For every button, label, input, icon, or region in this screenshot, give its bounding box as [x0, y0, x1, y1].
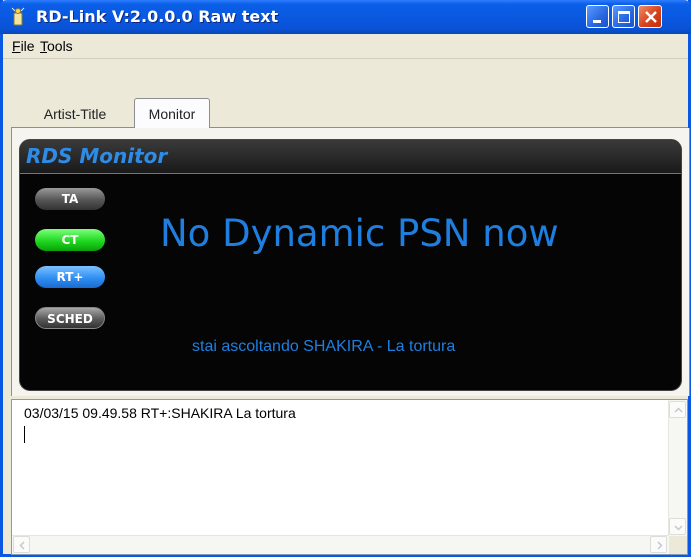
menu-file[interactable]: File: [12, 38, 35, 54]
close-icon: [645, 11, 657, 23]
scroll-up-button[interactable]: [669, 401, 686, 418]
menu-file-accelerator: F: [12, 38, 21, 54]
window-title: RD-Link V:2.0.0.0 Raw text: [36, 7, 279, 26]
chevron-left-icon: [19, 541, 25, 550]
menu-file-label: ile: [20, 38, 35, 54]
close-button[interactable]: [638, 5, 662, 28]
rds-monitor-panel: RDS Monitor TA CT RT+ SCHED No Dynamic P…: [19, 139, 682, 391]
maximize-icon: [618, 11, 630, 23]
ct-indicator: CT: [35, 229, 105, 251]
title-bar[interactable]: RD-Link V:2.0.0.0 Raw text: [0, 0, 691, 34]
rds-monitor-header: RDS Monitor: [20, 140, 681, 174]
scroll-down-button[interactable]: [669, 518, 686, 535]
tab-strip: Artist-Title Monitor: [3, 60, 688, 128]
scroll-left-button[interactable]: [13, 536, 30, 553]
radiotext-display: stai ascoltando SHAKIRA - La tortura: [192, 338, 456, 355]
maximize-button[interactable]: [612, 5, 635, 28]
app-icon: [11, 7, 25, 26]
tab-monitor[interactable]: Monitor: [134, 98, 210, 128]
rds-monitor-title: RDS Monitor: [26, 144, 168, 168]
tab-artist-title[interactable]: Artist-Title: [21, 102, 129, 126]
vertical-scrollbar[interactable]: [668, 400, 687, 537]
minimize-button[interactable]: [586, 5, 609, 28]
text-caret: [24, 426, 25, 443]
rt-plus-indicator: RT+: [35, 266, 105, 288]
app-window: RD-Link V:2.0.0.0 Raw text File Tools Ar…: [0, 0, 691, 557]
sched-indicator: SCHED: [35, 307, 105, 329]
chevron-up-icon: [674, 407, 683, 413]
log-textarea[interactable]: 03/03/15 09.49.58 RT+:SHAKIRA La tortura: [11, 399, 688, 555]
menu-tools-accelerator: T: [40, 38, 47, 54]
menu-tools[interactable]: Tools: [40, 38, 73, 54]
menu-bar: File Tools: [3, 34, 688, 59]
scroll-right-button[interactable]: [650, 536, 667, 553]
psn-display: No Dynamic PSN now: [160, 212, 559, 255]
chevron-down-icon: [674, 525, 683, 531]
menu-tools-label: ools: [47, 38, 73, 54]
scrollbar-corner: [669, 536, 687, 554]
log-line: 03/03/15 09.49.58 RT+:SHAKIRA La tortura: [24, 405, 296, 421]
horizontal-scrollbar[interactable]: [12, 535, 669, 554]
ta-indicator: TA: [35, 188, 105, 210]
minimize-icon: [593, 20, 601, 23]
chevron-right-icon: [657, 541, 663, 550]
